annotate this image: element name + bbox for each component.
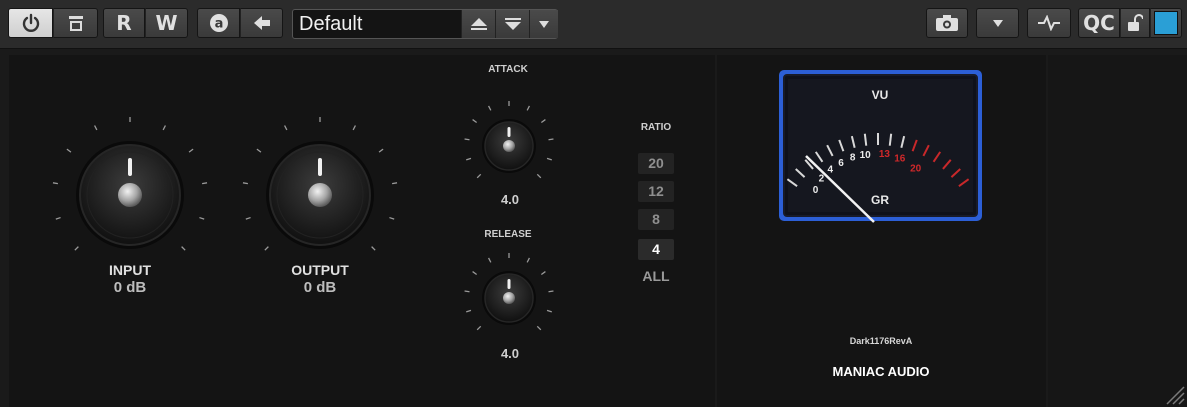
knob-tick [466,157,472,161]
output-value: 0 dB [303,279,337,296]
vu-scale-label: 2 [819,174,825,185]
knob-tick [540,271,546,276]
knob-tick [464,138,470,141]
vu-scale-label: 13 [879,149,891,160]
knob-tick [94,125,98,131]
knob-tick [201,182,208,185]
knob-tick [526,105,531,111]
ratio-4-button[interactable]: 4 [638,239,674,260]
knob-tick [472,119,478,124]
knob-tick [389,216,395,220]
knob-tick [476,325,482,331]
knob-tick [472,271,478,276]
knob-tick [74,246,79,251]
knob-layer: VU GR 0246 8 10 13 1620 [52,70,982,331]
knob-tick [284,125,288,131]
maker-name: MANIAC AUDIO [832,364,930,379]
knob-tick [487,257,492,263]
ratio-8-button[interactable]: 8 [638,209,674,230]
knob-tick [245,216,251,220]
knob-tick [162,125,166,131]
knob-tick [526,257,531,263]
knob-tick [199,216,205,220]
knob-tick [391,182,398,185]
output-knob[interactable] [242,117,398,251]
knob-tick [548,290,554,293]
vu-scale-label: 10 [860,150,872,161]
knob-tick [540,119,546,124]
release-value: 4.0 [500,346,520,361]
ratio-label: RATIO [640,122,672,133]
release-knob[interactable] [464,253,554,331]
input-value: 0 dB [113,279,147,296]
vu-scale-label: 20 [910,164,922,175]
knob-tick [546,157,552,161]
knob-tick [371,246,376,251]
attack-knob[interactable] [464,101,554,179]
vu-scale-label: 16 [894,154,906,165]
output-label: OUTPUT [291,262,349,278]
knob-tick [242,182,249,185]
knob-tick [476,173,482,179]
vu-scale-label: 8 [850,153,856,164]
knob-tick [181,246,186,251]
ratio-12-button[interactable]: 12 [638,181,674,202]
vu-scale-label: 6 [838,158,844,169]
knob-tick [256,148,262,153]
vu-title: VU [872,88,889,102]
resize-grip-icon[interactable] [1163,383,1185,405]
knob-tick [52,182,59,185]
knob-tick [352,125,356,131]
knob-tick [378,148,384,153]
knob-tick [264,246,269,251]
input-knob[interactable] [52,117,208,251]
ratio-all-button[interactable]: ALL [638,268,674,284]
knob-tick [536,173,542,179]
knob-tick [55,216,61,220]
attack-label: ATTACK [488,64,528,75]
knob-tick [546,309,552,313]
release-label: RELEASE [484,229,532,240]
vu-tick [863,133,868,146]
vu-scale-label: 4 [828,165,834,176]
knob-tick [487,105,492,111]
knob-tick [188,148,194,153]
knob-tick [548,138,554,141]
input-label: INPUT [109,262,151,278]
ratio-20-button[interactable]: 20 [638,153,674,174]
vu-scale-label: 0 [813,185,819,196]
knob-tick [536,325,542,331]
knob-tick [66,148,72,153]
model-name: Dark1176RevA [849,336,913,346]
vu-meter: VU GR 0246 8 10 13 16 20 [779,70,982,223]
knob-tick [466,309,472,313]
vu-subtitle: GR [871,193,889,207]
knob-tick [464,290,470,293]
attack-value: 4.0 [500,192,520,207]
vu-tick [888,133,893,146]
